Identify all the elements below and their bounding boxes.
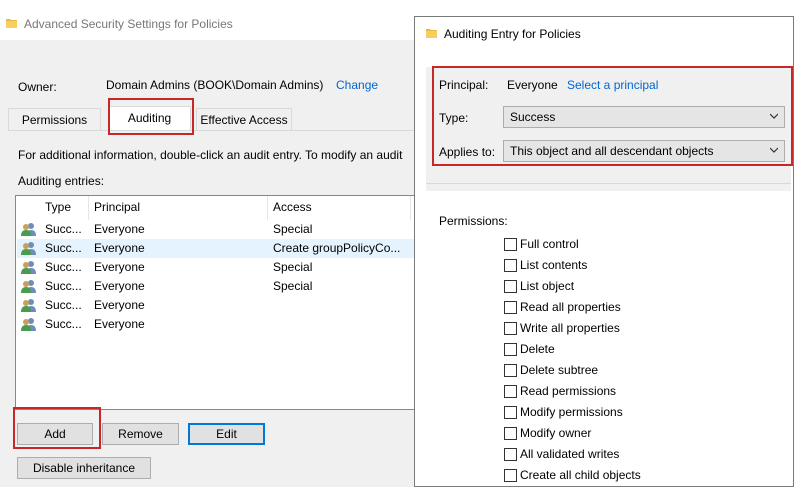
row-principal: Everyone xyxy=(94,279,145,293)
auditing-tab-highlight xyxy=(108,98,194,135)
table-row[interactable]: Succ... Everyone Create groupPolicyCo... xyxy=(17,239,414,258)
info-text: For additional information, double-click… xyxy=(18,148,403,162)
row-principal: Everyone xyxy=(94,260,145,274)
users-icon xyxy=(21,299,36,312)
row-type: Succ... xyxy=(45,279,82,293)
auditing-entries-label: Auditing entries: xyxy=(18,174,105,188)
owner-label: Owner: xyxy=(18,80,57,94)
checkbox[interactable] xyxy=(504,301,517,314)
row-type: Succ... xyxy=(45,317,82,331)
users-icon xyxy=(21,223,36,236)
checkbox[interactable] xyxy=(504,469,517,482)
table-row[interactable]: Succ... Everyone xyxy=(17,315,414,334)
row-principal: Everyone xyxy=(94,298,145,312)
remove-button[interactable]: Remove xyxy=(102,423,179,445)
row-access: Special xyxy=(273,279,313,293)
column-header-access[interactable]: Access xyxy=(273,200,312,214)
permissions-label: Permissions: xyxy=(439,214,508,228)
row-type: Succ... xyxy=(45,241,82,255)
table-row[interactable]: Succ... Everyone xyxy=(17,296,414,315)
column-separator xyxy=(267,196,268,220)
users-icon xyxy=(21,318,36,331)
permission-label: Modify owner xyxy=(520,426,592,440)
permission-label: Modify permissions xyxy=(520,405,623,419)
left-window-title: Advanced Security Settings for Policies xyxy=(24,17,233,31)
permission-label: List object xyxy=(520,279,575,293)
permission-label: List contents xyxy=(520,258,588,272)
permission-label: Read all properties xyxy=(520,300,621,314)
permission-label: Create all child objects xyxy=(520,468,641,482)
dialog-title: Auditing Entry for Policies xyxy=(444,27,581,41)
permission-label: Write all properties xyxy=(520,321,620,335)
row-principal: Everyone xyxy=(94,241,145,255)
entry-fields-highlight xyxy=(432,66,793,166)
checkbox[interactable] xyxy=(504,280,517,293)
folder-icon xyxy=(426,29,437,38)
row-access: Special xyxy=(273,222,313,236)
table-row[interactable]: Succ... Everyone Special xyxy=(17,258,414,277)
checkbox[interactable] xyxy=(504,385,517,398)
permission-label: All validated writes xyxy=(520,447,620,461)
folder-icon xyxy=(6,19,17,28)
edit-button[interactable]: Edit xyxy=(188,423,265,445)
users-icon xyxy=(21,261,36,274)
owner-value: Domain Admins (BOOK\Domain Admins) xyxy=(106,78,324,92)
checkbox[interactable] xyxy=(504,322,517,335)
checkbox[interactable] xyxy=(504,448,517,461)
column-header-principal[interactable]: Principal xyxy=(94,200,140,214)
add-button-highlight xyxy=(13,407,101,449)
row-principal: Everyone xyxy=(94,222,145,236)
owner-change-link[interactable]: Change xyxy=(336,78,378,92)
checkbox[interactable] xyxy=(504,406,517,419)
users-icon xyxy=(21,242,36,255)
row-principal: Everyone xyxy=(94,317,145,331)
checkbox[interactable] xyxy=(504,427,517,440)
column-separator xyxy=(410,196,411,220)
table-row[interactable]: Succ... Everyone Special xyxy=(17,277,414,296)
checkbox[interactable] xyxy=(504,343,517,356)
row-type: Succ... xyxy=(45,222,82,236)
row-type: Succ... xyxy=(45,260,82,274)
permission-label: Delete subtree xyxy=(520,363,599,377)
auditing-entries-list[interactable]: Type Principal Access Succ... Everyone S… xyxy=(15,195,415,410)
users-icon xyxy=(21,280,36,293)
tab-permissions[interactable]: Permissions xyxy=(8,108,101,130)
column-separator xyxy=(88,196,89,220)
disable-inheritance-button[interactable]: Disable inheritance xyxy=(17,457,151,479)
checkbox[interactable] xyxy=(504,259,517,272)
panel-divider xyxy=(426,183,791,184)
row-access: Special xyxy=(273,260,313,274)
table-row[interactable]: Succ... Everyone Special xyxy=(17,220,414,239)
row-access: Create groupPolicyCo... xyxy=(273,241,401,255)
checkbox[interactable] xyxy=(504,238,517,251)
row-type: Succ... xyxy=(45,298,82,312)
permission-label: Read permissions xyxy=(520,384,617,398)
checkbox[interactable] xyxy=(504,364,517,377)
tab-divider xyxy=(8,130,418,131)
tab-effective-access[interactable]: Effective Access xyxy=(196,108,292,130)
column-header-type[interactable]: Type xyxy=(45,200,71,214)
permission-label: Full control xyxy=(520,237,579,251)
permission-label: Delete xyxy=(520,342,555,356)
